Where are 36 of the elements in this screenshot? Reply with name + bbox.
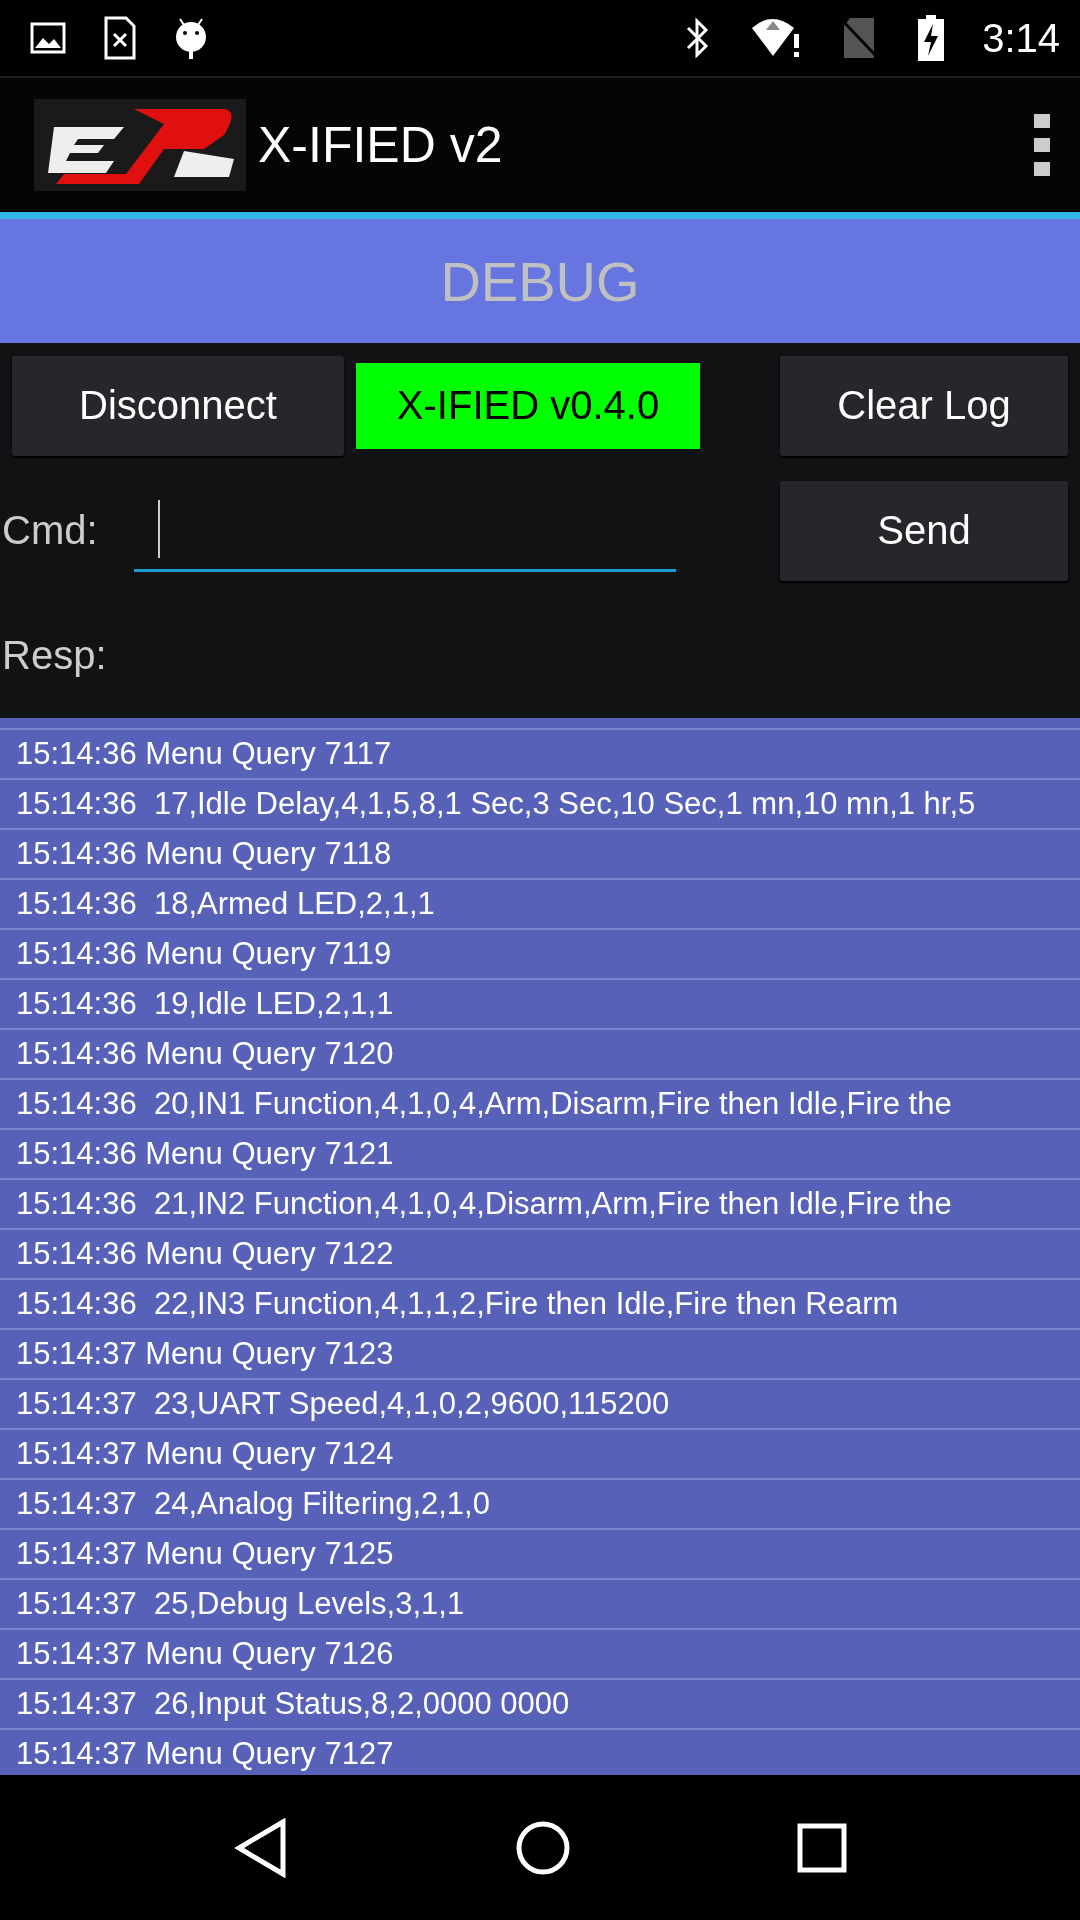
log-entry: 15:14:37 Menu Query 7123 (0, 1330, 1080, 1380)
sim-error-icon (104, 16, 136, 60)
log-entry: 15:14:37 24,Analog Filtering,2,1,0 (0, 1480, 1080, 1530)
log-entry: 15:14:36 Menu Query 7122 (0, 1230, 1080, 1280)
home-icon[interactable] (515, 1819, 571, 1876)
image-icon (30, 22, 66, 54)
disconnect-button[interactable]: Disconnect (12, 355, 344, 456)
cmd-label: Cmd: (2, 508, 99, 553)
log-entry: 15:14:37 23,UART Speed,4,1,0,2,9600,115200 (0, 1380, 1080, 1430)
log-entry: 15:14:36 Menu Query 7120 (0, 1030, 1080, 1080)
status-time: 3:14 (982, 15, 1060, 61)
log-entry: 15:14:36 21,IN2 Function,4,1,0,4,Disarm,Arm,Fire then Idle,Fire the (0, 1180, 1080, 1230)
log-entry: 15:14:37 Menu Query 7125 (0, 1530, 1080, 1580)
log-entry: 15:14:37 Menu Query 7124 (0, 1430, 1080, 1480)
section-title: DEBUG (440, 248, 640, 314)
back-icon[interactable] (233, 1817, 289, 1878)
clear-log-button[interactable]: Clear Log (780, 355, 1068, 456)
app-title: X-IFIED v2 (258, 116, 503, 174)
send-button[interactable]: Send (780, 480, 1068, 581)
log-entry: 15:14:37 25,Debug Levels,3,1,1 (0, 1580, 1080, 1630)
log-entry: 15:14:36 20,IN1 Function,4,1,0,4,Arm,Disarm,Fire then Idle,Fire the (0, 1080, 1080, 1130)
log-entry: 15:14:37 26,Input Status,8,2,0000 0000 (0, 1680, 1080, 1730)
recents-icon[interactable] (797, 1822, 847, 1873)
log-entry: 15:14:36 22,IN3 Function,4,1,1,2,Fire then Idle,Fire then Rearm (0, 1280, 1080, 1330)
log-entry: 15:14:36 Menu Query 7119 (0, 930, 1080, 980)
overflow-menu-icon[interactable] (1034, 114, 1050, 176)
version-badge: X-IFIED v0.4.0 (356, 362, 700, 449)
log-entry: 15:14:36 Menu Query 7118 (0, 830, 1080, 880)
battery-charging-icon (918, 15, 945, 61)
resp-label: Resp: (2, 633, 108, 678)
log-entry: 15:14:36 Menu Query 7117 (0, 730, 1080, 780)
log-entry: 15:14:36 18,Armed LED,2,1,1 (0, 880, 1080, 930)
log-entry: 15:14:37 Menu Query 7126 (0, 1630, 1080, 1680)
log-entry: 15:14:36 19,Idle LED,2,1,1 (0, 980, 1080, 1030)
log-entry: 15:14:36 Menu Query 7121 (0, 1130, 1080, 1180)
log-entry: 15:14:36 17,Idle Delay,4,1,5,8,1 Sec,3 Sec,10 Sec,1 mn,10 mn,1 hr,5 (0, 780, 1080, 830)
